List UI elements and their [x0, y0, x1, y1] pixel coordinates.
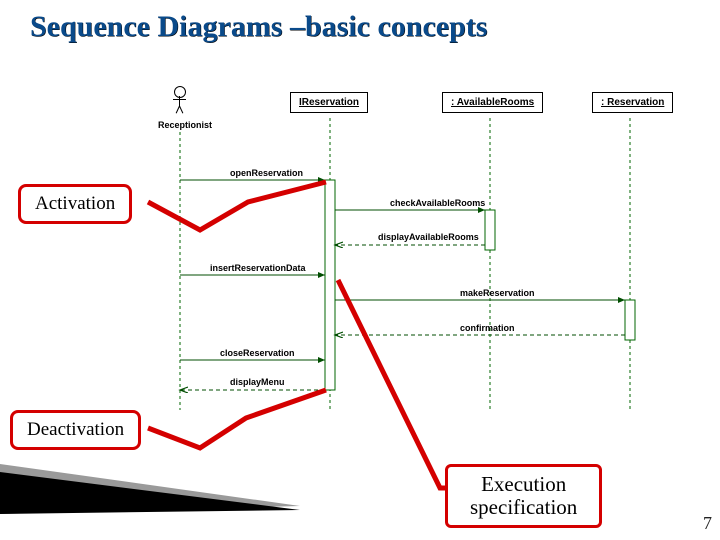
- callout-activation: Activation: [18, 184, 132, 224]
- msg-open-reservation: openReservation: [230, 168, 303, 178]
- msg-display-menu: displayMenu: [230, 377, 285, 387]
- actor-label: Receptionist: [158, 120, 202, 130]
- msg-confirmation: confirmation: [460, 323, 515, 333]
- object-ireservation: IReservation: [290, 92, 368, 113]
- sequence-diagram: Receptionist IReservation : AvailableRoo…: [140, 80, 700, 420]
- decorative-wedge: [0, 444, 300, 514]
- page-number: 7: [703, 513, 712, 534]
- slide-title: Sequence Diagrams –basic concepts: [0, 0, 720, 49]
- diagram-svg: [140, 80, 700, 420]
- callout-deactivation: Deactivation: [10, 410, 141, 450]
- msg-display-rooms: displayAvailableRooms: [378, 232, 479, 242]
- stick-figure-icon: [173, 86, 187, 114]
- object-reservation: : Reservation: [592, 92, 673, 113]
- msg-check-rooms: checkAvailableRooms: [390, 198, 485, 208]
- msg-insert-data: insertReservationData: [210, 263, 306, 273]
- msg-make-reservation: makeReservation: [460, 288, 535, 298]
- callout-exec-spec: Execution specification: [445, 464, 602, 528]
- actor-receptionist: Receptionist: [158, 86, 202, 130]
- object-availablerooms: : AvailableRooms: [442, 92, 543, 113]
- msg-close-reservation: closeReservation: [220, 348, 295, 358]
